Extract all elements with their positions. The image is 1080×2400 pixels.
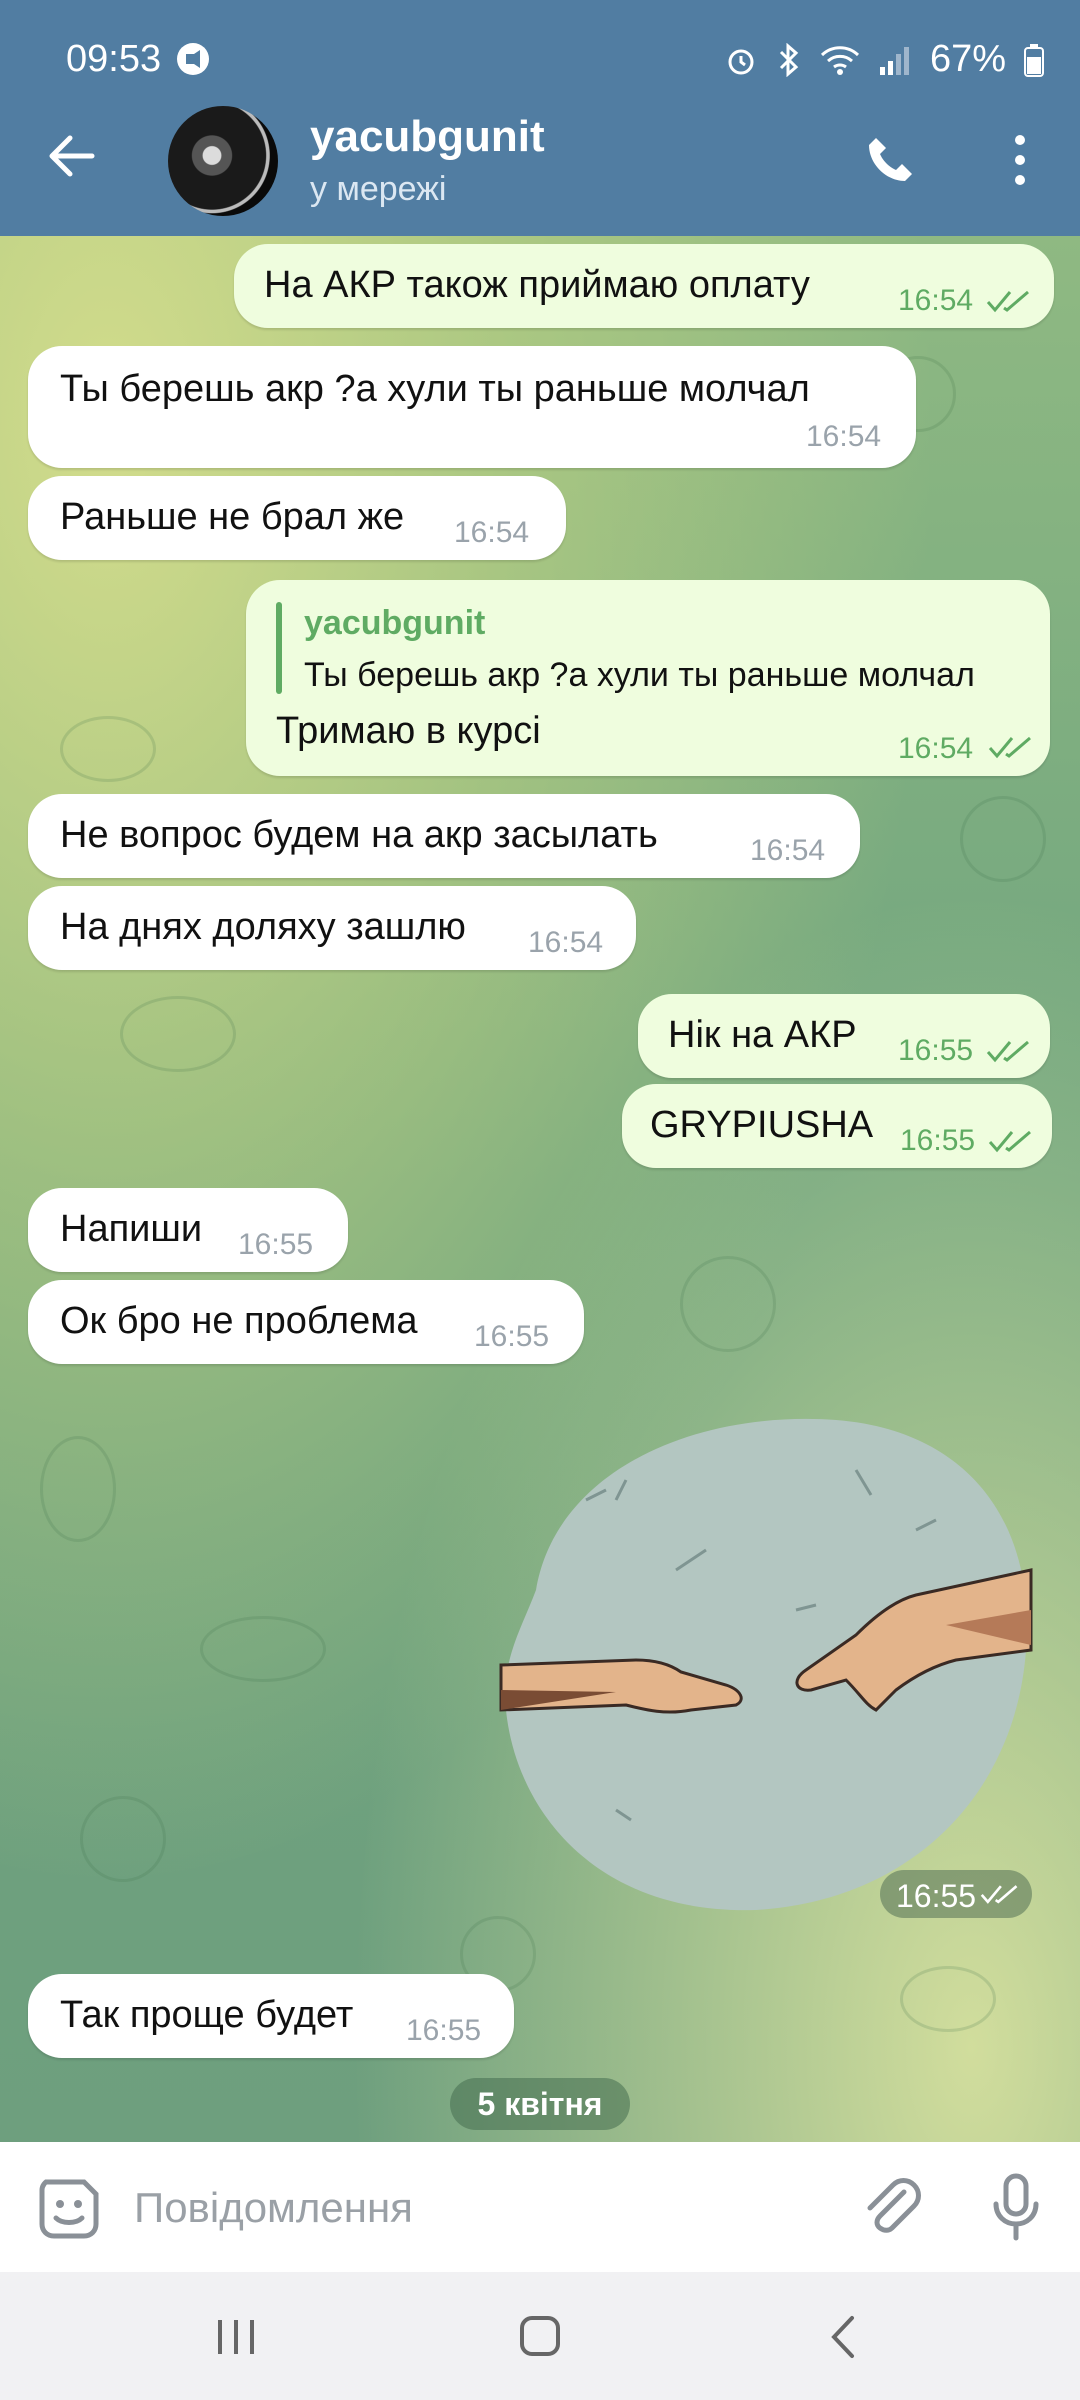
- background-doodle: [40, 1436, 116, 1542]
- message-text: Нік на АКР: [668, 1014, 857, 1056]
- message-text: Тримаю в курсі: [276, 710, 541, 752]
- home-icon[interactable]: [510, 2312, 570, 2362]
- sticker-time-badge: 16:55: [880, 1870, 1032, 1918]
- message-input[interactable]: [132, 2174, 836, 2242]
- message-time: 16:54: [806, 420, 882, 453]
- message-time: 16:55: [898, 1034, 974, 1067]
- message-text: Раньше не брал же: [60, 496, 405, 538]
- message-time: 16:54: [898, 732, 974, 765]
- background-doodle: [200, 1616, 326, 1682]
- message-text: На днях доляху зашлю: [60, 906, 466, 948]
- back-nav-icon[interactable]: [814, 2312, 874, 2362]
- reply-author: yacubgunit: [304, 604, 486, 642]
- message-bubble-outgoing[interactable]: На АКР також приймаю оплату 16:54: [234, 244, 1054, 328]
- message-bubble-incoming[interactable]: Не вопрос будем на акр засылать 16:54: [28, 794, 860, 878]
- back-arrow-icon[interactable]: [44, 128, 100, 184]
- double-check-icon: [986, 290, 1029, 313]
- phone-call-icon[interactable]: [862, 132, 918, 188]
- message-composer: [0, 2142, 1080, 2272]
- recent-apps-icon[interactable]: [206, 2312, 266, 2362]
- more-menu-icon[interactable]: [1000, 130, 1040, 190]
- background-doodle: [680, 1256, 776, 1352]
- double-check-icon: [988, 736, 1031, 759]
- message-bubble-incoming[interactable]: Ок бро не проблема 16:55: [28, 1280, 584, 1364]
- message-time: 16:55: [406, 2014, 482, 2047]
- message-text: На АКР також приймаю оплату: [264, 264, 810, 306]
- background-doodle: [960, 796, 1046, 882]
- message-bubble-incoming[interactable]: Так проще будет 16:55: [28, 1974, 514, 2058]
- bluetooth-icon: [779, 42, 799, 77]
- message-bubble-outgoing[interactable]: GRYPIUSHA 16:55: [622, 1084, 1052, 1168]
- system-navigation-bar: [0, 2272, 1080, 2400]
- message-text: Ок бро не проблема: [60, 1300, 418, 1342]
- cast-icon: [177, 43, 209, 75]
- status-right: 67%: [724, 38, 1044, 81]
- chat-title[interactable]: yacubgunit: [310, 112, 545, 162]
- message-bubble-outgoing[interactable]: Нік на АКР 16:55: [638, 994, 1050, 1078]
- message-time: 16:55: [896, 1878, 977, 1914]
- double-check-icon: [986, 1040, 1029, 1063]
- message-time: 16:55: [474, 1320, 550, 1353]
- alarm-icon: [728, 49, 754, 74]
- chat-header: 09:53 67% yacubgunit у мережі: [0, 0, 1080, 236]
- sticker-emoji-icon[interactable]: [36, 2176, 102, 2242]
- message-bubble-incoming[interactable]: Напиши 16:55: [28, 1188, 348, 1272]
- message-time: 16:54: [750, 834, 826, 867]
- paperclip-icon[interactable]: [858, 2174, 924, 2240]
- message-text: GRYPIUSHA: [650, 1104, 874, 1146]
- chat-status: у мережі: [310, 170, 447, 208]
- double-check-icon: [980, 1885, 1018, 1904]
- message-text: Ты берешь акр ?а хули ты раньше молчал: [60, 368, 810, 410]
- message-bubble-outgoing-reply[interactable]: yacubgunit Ты берешь акр ?а хули ты рань…: [246, 580, 1050, 776]
- hands-reaching-sticker[interactable]: [496, 1410, 1036, 1920]
- message-bubble-incoming[interactable]: Ты берешь акр ?а хули ты раньше молчал 1…: [28, 346, 916, 468]
- microphone-icon[interactable]: [988, 2172, 1044, 2242]
- reply-quote-bar: [276, 602, 282, 694]
- background-doodle: [80, 1796, 166, 1882]
- message-text: Так проще будет: [60, 1994, 354, 2036]
- reply-quoted-text: Ты берешь акр ?а хули ты раньше молчал: [304, 656, 975, 694]
- status-time: 09:53: [66, 38, 162, 80]
- message-bubble-incoming[interactable]: Раньше не брал же 16:54: [28, 476, 566, 560]
- message-time: 16:55: [900, 1124, 976, 1157]
- message-time: 16:54: [528, 926, 604, 959]
- message-time: 16:54: [454, 516, 530, 549]
- date-separator: 5 квітня: [450, 2078, 630, 2130]
- battery-percent: 67%: [929, 38, 1006, 80]
- message-text: Напиши: [60, 1208, 203, 1250]
- avatar[interactable]: [168, 106, 278, 216]
- signal-icon: [879, 46, 909, 75]
- message-bubble-incoming[interactable]: На днях доляху зашлю 16:54: [28, 886, 636, 970]
- background-doodle: [60, 716, 156, 782]
- wifi-icon: [820, 45, 859, 75]
- message-text: Не вопрос будем на акр засылать: [60, 814, 658, 856]
- message-time: 16:54: [898, 284, 974, 317]
- message-time: 16:55: [238, 1228, 314, 1261]
- battery-icon: [1024, 43, 1044, 77]
- background-doodle: [120, 996, 236, 1072]
- background-doodle: [900, 1966, 996, 2032]
- double-check-icon: [988, 1130, 1031, 1153]
